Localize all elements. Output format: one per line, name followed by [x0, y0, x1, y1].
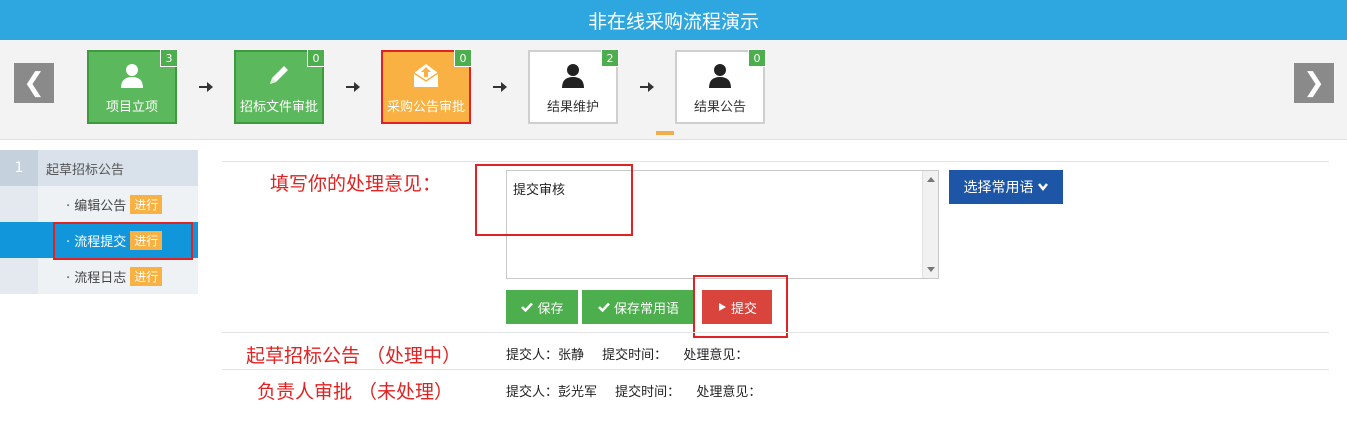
- sidebar-item-label: · 流程日志: [66, 270, 127, 286]
- process-step-bar: ❮ 项目立项 3 招标文件审批 0 采购公告审批 0 结果维护 2 结果公告 0…: [0, 40, 1347, 140]
- divider: [222, 332, 1329, 333]
- next-arrow-button[interactable]: ❯: [1294, 63, 1334, 103]
- annotation-highlight-box: [693, 275, 788, 338]
- sidebar-item-edit-notice[interactable]: · 编辑公告 进行: [0, 186, 198, 222]
- log-entry-details: 提交人：彭光军 提交时间： 处理意见：: [506, 381, 761, 400]
- opinion-field-label: 处理意见：: [696, 385, 762, 400]
- step-label: 招标文件审批: [239, 100, 318, 115]
- arrow-right-icon: [640, 82, 654, 92]
- check-icon: [598, 302, 610, 313]
- pencil-icon: [270, 66, 288, 84]
- title-bar: 非在线采购流程演示: [0, 0, 1347, 40]
- divider: [222, 369, 1329, 370]
- submit-time-label: 提交时间：: [602, 348, 668, 363]
- sidebar-group-number: 1: [0, 150, 38, 186]
- submitter-name: 张静: [558, 348, 585, 363]
- envelope-upload-icon: [413, 64, 439, 87]
- check-icon: [521, 302, 534, 313]
- status-badge: 进行: [130, 266, 163, 286]
- step-procurement-notice-approval[interactable]: 采购公告审批 0: [381, 49, 472, 124]
- select-common-phrases-button[interactable]: 选择常用语: [949, 170, 1063, 204]
- sidebar-group-label: 起草招标公告: [46, 162, 125, 178]
- textarea-scrollbar[interactable]: [922, 171, 938, 278]
- step-result-notice[interactable]: 结果公告 0: [675, 49, 766, 124]
- user-icon: [709, 64, 731, 88]
- scroll-down-icon[interactable]: [927, 267, 935, 272]
- log-entry-title: 负责人审批 （未处理）: [257, 381, 454, 403]
- button-label: 选择常用语: [963, 179, 1034, 195]
- opinion-field-label: 处理意见：: [683, 348, 749, 363]
- button-label: 保存: [537, 300, 564, 316]
- step-tender-doc-approval[interactable]: 招标文件审批 0: [234, 49, 325, 124]
- step-count-badge: 0: [307, 49, 325, 67]
- submitter-name: 彭光军: [558, 385, 598, 400]
- sidebar-item-process-log[interactable]: · 流程日志 进行: [0, 258, 198, 294]
- opinion-label: 填写你的处理意见：: [270, 173, 442, 195]
- step-count-badge: 3: [160, 49, 178, 67]
- chevron-down-icon: [1037, 183, 1048, 192]
- step-label: 采购公告审批: [386, 100, 465, 115]
- arrow-right-icon: [493, 82, 507, 92]
- step-count-badge: 0: [748, 49, 766, 67]
- submitter-label: 提交人：: [506, 348, 559, 363]
- step-count-badge: 0: [454, 49, 472, 67]
- submitter-label: 提交人：: [506, 385, 559, 400]
- current-step-indicator: [656, 131, 674, 135]
- log-entry-title: 起草招标公告 （处理中）: [246, 345, 462, 367]
- annotation-highlight-box: [53, 222, 193, 260]
- annotation-highlight-box: [475, 164, 633, 236]
- page-title: 非在线采购流程演示: [587, 10, 759, 33]
- step-result-maintenance[interactable]: 结果维护 2: [528, 49, 619, 124]
- submit-time-label: 提交时间：: [615, 385, 681, 400]
- prev-arrow-button[interactable]: ❮: [14, 63, 54, 103]
- arrow-right-icon: [199, 82, 213, 92]
- step-project-setup[interactable]: 项目立项 3: [87, 49, 178, 124]
- divider: [222, 161, 1329, 162]
- button-label: 保存常用语: [613, 300, 679, 316]
- log-entry-details: 提交人：张静 提交时间： 处理意见：: [506, 344, 748, 363]
- user-icon: [121, 64, 143, 88]
- scroll-up-icon[interactable]: [927, 177, 935, 182]
- step-label: 结果公告: [693, 100, 746, 115]
- step-label: 结果维护: [546, 100, 599, 115]
- step-label: 项目立项: [105, 100, 158, 115]
- user-icon: [562, 64, 584, 88]
- save-common-phrase-button[interactable]: 保存常用语: [582, 290, 694, 324]
- step-count-badge: 2: [601, 49, 619, 67]
- sidebar-item-label: · 编辑公告: [66, 198, 127, 214]
- save-button[interactable]: 保存: [506, 290, 578, 324]
- status-badge: 进行: [130, 194, 163, 214]
- arrow-right-icon: [346, 82, 360, 92]
- sidebar-group: 1 起草招标公告: [0, 150, 198, 186]
